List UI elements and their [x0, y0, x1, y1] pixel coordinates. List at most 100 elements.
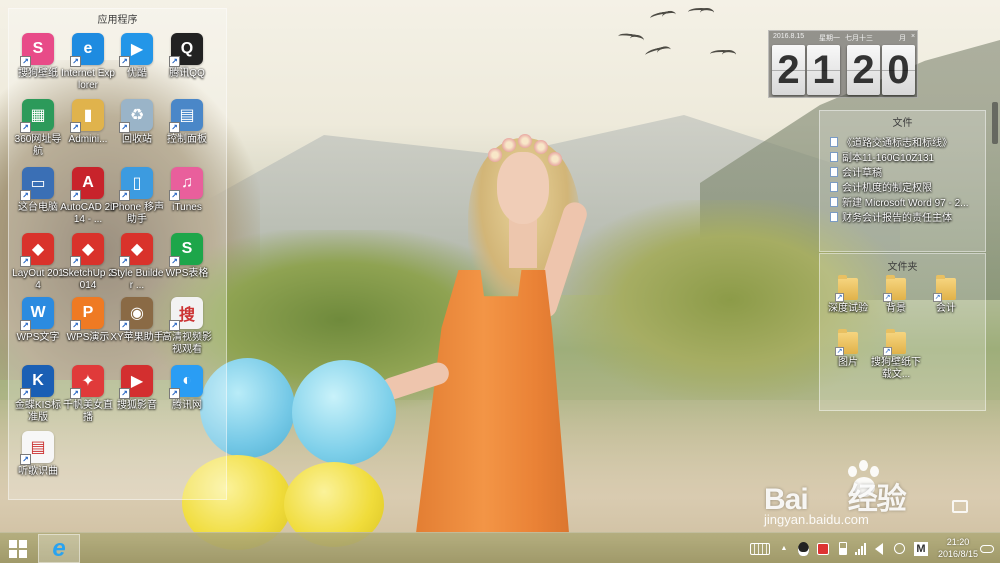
xy-assistant-icon: ◉ ↗ [119, 297, 153, 331]
desktop-shortcut[interactable]: ♻ ↗ 回收站 [109, 99, 165, 146]
shortcut-label: 控制面板 [167, 134, 207, 145]
shortcut-arrow-icon: ↗ [119, 190, 130, 201]
clock-header: 2016.8.15 星期一 七月十三 月 × [773, 33, 915, 44]
desktop-shortcut[interactable]: P ↗ WPS演示 [60, 297, 116, 344]
shortcut-label: WPS表格 [165, 268, 209, 279]
shortcut-label: iTunes [172, 202, 202, 213]
clock-month-button[interactable]: 月 [899, 33, 906, 43]
shortcut-label: Style Builder ... [110, 268, 164, 291]
desktop-shortcut[interactable]: ▶ ↗ 搜狐影音 [109, 365, 165, 412]
folder-label: 背景 [886, 303, 906, 314]
shortcut-label: WPS文字 [16, 332, 60, 343]
desktop-shortcut[interactable]: ◐ ↗ 腾讯网 [159, 365, 215, 412]
desktop-shortcut[interactable]: ◉ ↗ XY苹果助手 [109, 297, 165, 344]
desktop-shortcut[interactable]: K ↗ 金蝶KIS标准版 [10, 365, 66, 424]
shortcut-arrow-icon: ↗ [169, 256, 180, 267]
desktop-shortcut[interactable]: ▦ ↗ 360网址导航 [10, 99, 66, 158]
desktop-shortcut[interactable]: ▶ ↗ 优酷 [109, 33, 165, 80]
folder-icon: ↗ [835, 275, 858, 302]
file-item[interactable]: 会计机度的制定权限 [830, 179, 932, 194]
keyboard-icon[interactable] [748, 533, 772, 563]
folder-icon: ↗ [933, 275, 956, 302]
file-name: 财务会计报告的责任主体 [842, 213, 952, 224]
shortcut-label: 回收站 [122, 134, 152, 145]
folder-shortcut[interactable]: ↗ 搜狗壁纸下载文... [868, 329, 924, 381]
ime-icon[interactable] [891, 533, 907, 563]
desktop-shortcut[interactable]: e ↗ Internet Explorer [60, 33, 116, 92]
taskbar-internet-explorer[interactable]: e [38, 534, 80, 563]
sogou-wallpaper-icon: S ↗ [20, 33, 54, 67]
fullscreen-icon[interactable] [952, 500, 968, 513]
files-panel-title: 文件 [892, 118, 913, 129]
shortcut-arrow-icon: ↗ [20, 190, 31, 201]
tray-up-arrow-icon[interactable]: ▲ [777, 533, 791, 563]
desktop-shortcut[interactable]: ♫ ↗ iTunes [159, 167, 215, 214]
shortcut-arrow-icon: ↗ [835, 347, 844, 356]
desktop-shortcut[interactable]: ✦ ↗ 千帆美女直播 [60, 365, 116, 424]
desktop-shortcut[interactable]: A ↗ AutoCAD 2014 - ... [60, 167, 116, 226]
file-item[interactable]: 会计草稿 [830, 164, 882, 179]
ime-mode-button[interactable]: M [912, 533, 930, 563]
desktop-shortcut[interactable]: 搜 ↗ 高清视频影视观看 [159, 297, 215, 356]
baidu-jingyan-watermark: Bai 经验 jingyan.baidu.com [764, 460, 964, 527]
file-item[interactable]: 新建 Microsoft Word 97 - 2... [830, 194, 969, 209]
qq-tray-icon[interactable] [795, 533, 811, 563]
desktop-shortcut[interactable]: Q ↗ 腾讯QQ [159, 33, 215, 80]
shortcut-arrow-icon: ↗ [70, 320, 81, 331]
start-button[interactable] [0, 533, 36, 563]
file-item[interactable]: 副本11-160G10Z131 [830, 149, 934, 164]
desktop-shortcut[interactable]: S ↗ WPS表格 [159, 233, 215, 280]
desktop-shortcut[interactable]: ▭ ↗ 这台电脑 [10, 167, 66, 214]
clock-minute-tens: 2 [847, 45, 880, 95]
folders-fence-panel: 文件夹 ↗ 深度试验 ↗ 背景 ↗ 会计 ↗ 图片 ↗ 搜狗壁纸下载文... [819, 253, 986, 411]
folder-shortcut[interactable]: ↗ 会计 [918, 275, 974, 315]
desktop-shortcut[interactable]: ◆ ↗ Style Builder ... [109, 233, 165, 292]
folder-shortcut[interactable]: ↗ 背景 [868, 275, 924, 315]
tencent-news-icon: ◐ ↗ [169, 365, 203, 399]
shortcut-arrow-icon: ↗ [20, 454, 31, 465]
clock-widget[interactable]: 2016.8.15 星期一 七月十三 月 × 2 1 2 0 [768, 30, 918, 98]
files-panel-scrollbar[interactable] [992, 102, 998, 144]
wallpaper-bird [644, 44, 672, 60]
app-panel-title: 应用程序 [97, 15, 138, 26]
desktop-shortcut[interactable]: ▯ ↗ iPhone 移声助手 [109, 167, 165, 226]
folder-label: 会计 [936, 303, 956, 314]
computer-icon: ▭ ↗ [20, 167, 54, 201]
shortcut-label: LayOut 2014 [12, 268, 64, 291]
iphone-assistant-icon: ▯ ↗ [119, 167, 153, 201]
wallpaper-bird [649, 9, 677, 23]
document-icon [830, 211, 838, 222]
desktop-shortcut[interactable]: ▤ ↗ 听歌识曲 [10, 431, 66, 478]
battery-icon[interactable] [835, 533, 851, 563]
weather-cloud-icon[interactable] [978, 533, 996, 563]
shortcut-label: 搜狐影音 [117, 400, 157, 411]
desktop-shortcut[interactable]: ▮ ↗ Admini... [60, 99, 116, 146]
shortcut-label: 这台电脑 [18, 202, 58, 213]
shortcut-label: AutoCAD 2014 - ... [60, 202, 116, 225]
desktop-shortcut[interactable]: S ↗ 搜狗壁纸 [10, 33, 66, 80]
sohu-video-icon: 搜 ↗ [169, 297, 203, 331]
clock-weekday: 星期一 [819, 35, 840, 42]
desktop-shortcut[interactable]: ◆ ↗ SketchUp 2014 [60, 233, 116, 292]
file-item[interactable]: 财务会计报告的责任主体 [830, 209, 952, 224]
shortcut-arrow-icon: ↗ [119, 122, 130, 133]
shortcut-arrow-icon: ↗ [119, 320, 130, 331]
security-tray-icon[interactable] [815, 533, 831, 563]
taskbar-clock[interactable]: 21:20 2016/8/15 [936, 536, 980, 560]
network-icon[interactable] [853, 533, 869, 563]
folder-icon: ↗ [835, 329, 858, 356]
clock-close-icon[interactable]: × [911, 33, 915, 40]
wps-writer-icon: W ↗ [20, 297, 54, 331]
shortcut-arrow-icon: ↗ [20, 122, 31, 133]
desktop-shortcut[interactable]: ◆ ↗ LayOut 2014 [10, 233, 66, 292]
folder-label: 搜狗壁纸下载文... [871, 357, 921, 380]
volume-icon[interactable] [871, 533, 887, 563]
document-icon [830, 136, 838, 147]
folders-panel-title: 文件夹 [887, 262, 918, 273]
wps-spreadsheet-icon: S ↗ [169, 233, 203, 267]
windows-logo-icon [9, 539, 27, 558]
file-item[interactable]: 《道路交通标志和标线》 [830, 134, 952, 149]
desktop-shortcut[interactable]: ▤ ↗ 控制面板 [159, 99, 215, 146]
desktop-shortcut[interactable]: W ↗ WPS文字 [10, 297, 66, 344]
control-panel-icon: ▤ ↗ [169, 99, 203, 133]
